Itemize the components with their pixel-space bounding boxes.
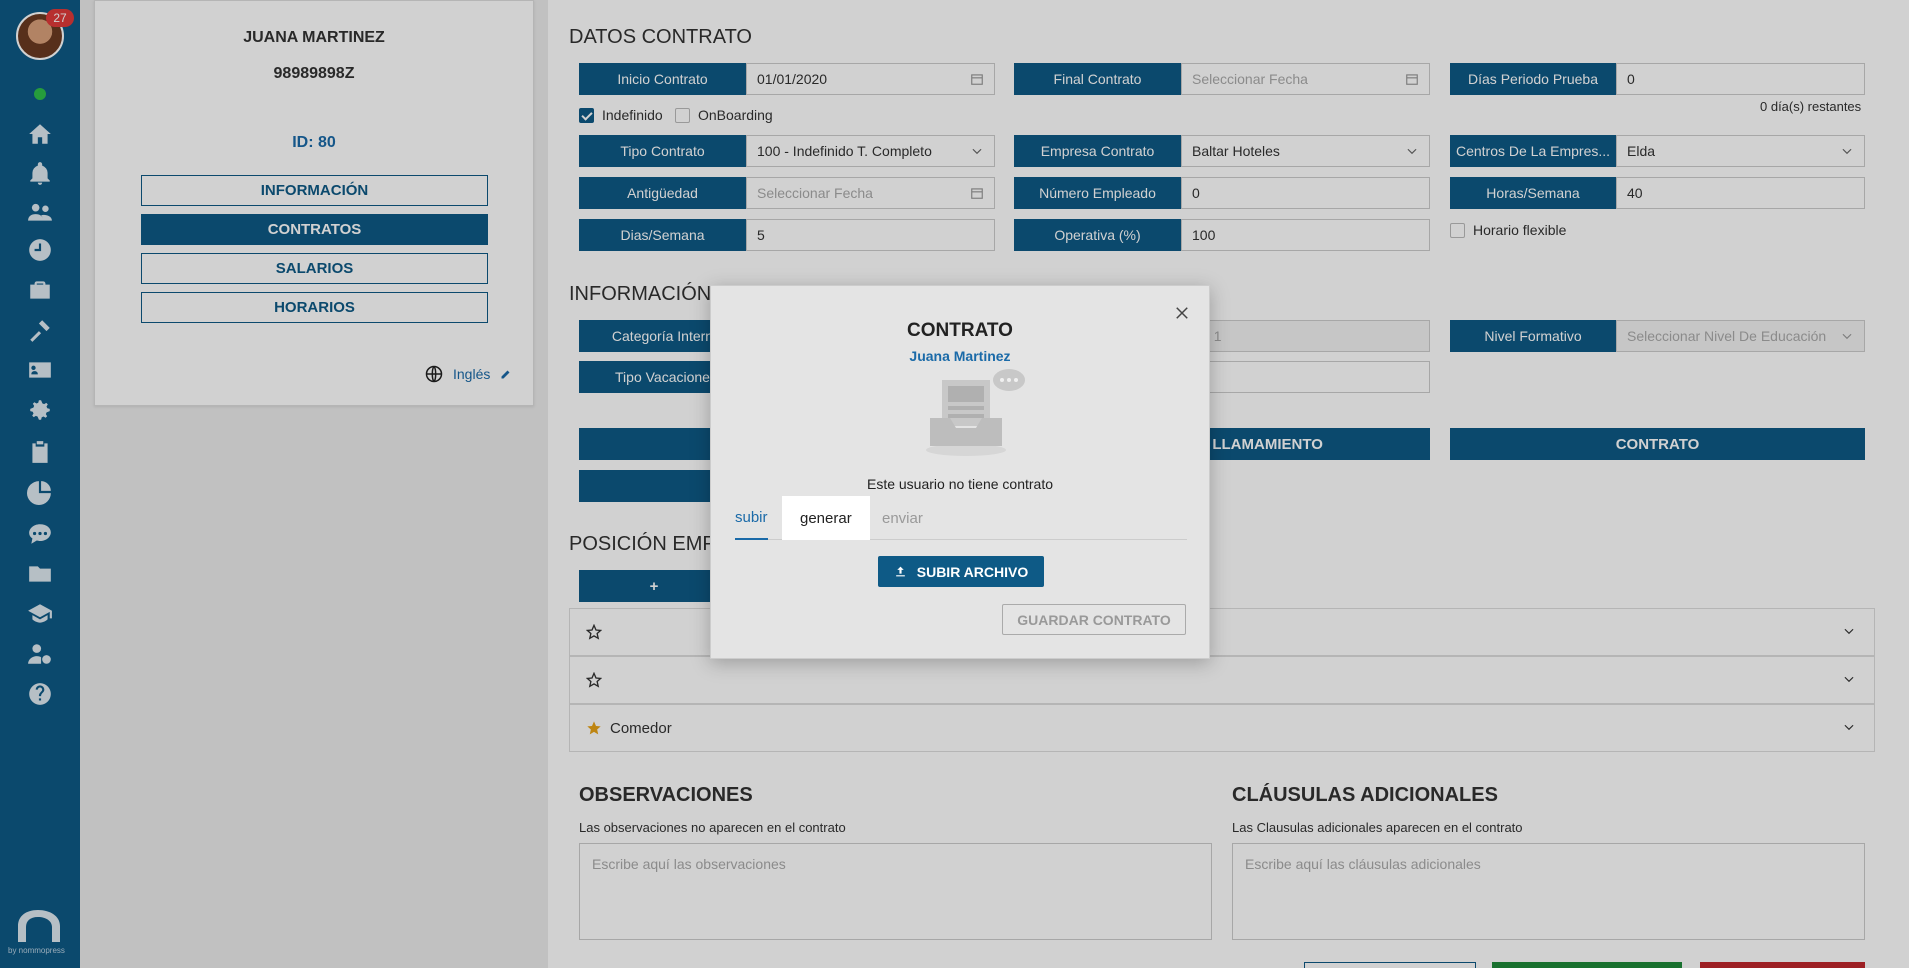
modal-tabs: subir generar enviar [735, 496, 1187, 540]
upload-icon [895, 566, 905, 577]
subir-archivo-label: SUBIR ARCHIVO [916, 563, 1029, 580]
guardar-contrato-button[interactable]: GUARDAR CONTRATO [1002, 604, 1186, 635]
tab-enviar[interactable]: enviar [882, 496, 923, 540]
subir-archivo-button[interactable]: SUBIR ARCHIVO [878, 556, 1044, 587]
tab-generar[interactable]: generar [782, 496, 870, 540]
modal-title: CONTRATO [907, 320, 1013, 341]
no-contract-message: Este usuario no tiene contrato [866, 476, 1053, 492]
modal-subtitle: Juana Martinez [909, 348, 1011, 364]
contrato-modal: CONTRATO Juana Martinez Este usuario no … [710, 285, 1210, 659]
empty-inbox-illustration [926, 369, 1025, 456]
tab-subir[interactable]: subir [735, 496, 768, 540]
